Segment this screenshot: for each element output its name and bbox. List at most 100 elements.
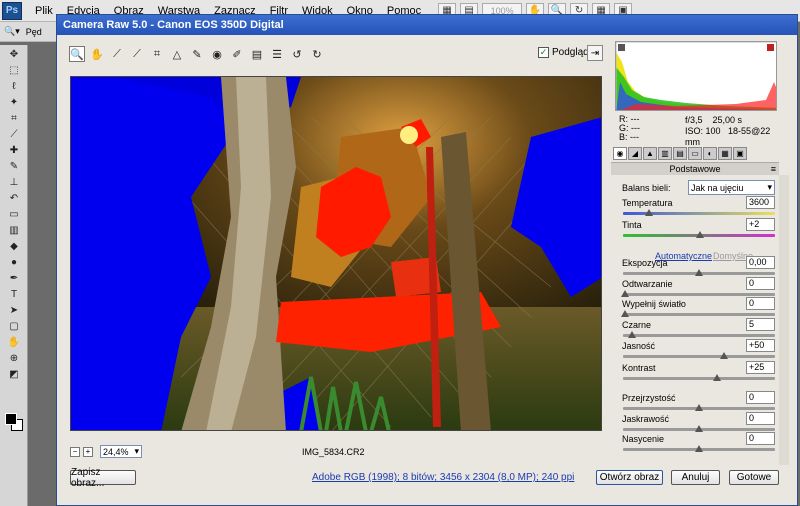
tab-detail-icon[interactable]: ▲ — [643, 147, 657, 160]
move-tool-icon[interactable]: ✥ — [5, 48, 23, 61]
slider-knob[interactable] — [644, 209, 653, 216]
tab-camera-calibration-icon[interactable]: ◐ — [703, 147, 717, 160]
straighten-tool-icon[interactable]: △ — [169, 46, 185, 62]
slider-value-input[interactable]: 0,00 — [746, 256, 775, 269]
save-image-button[interactable]: Zapisz obraz... — [70, 467, 136, 489]
healing-brush-icon[interactable]: ✚ — [5, 144, 23, 157]
slider-knob[interactable] — [628, 331, 637, 338]
gradient-tool-icon[interactable]: ▥ — [5, 224, 23, 237]
highlight-clipping-warning-icon[interactable] — [767, 44, 774, 51]
tab-lens-icon[interactable]: ▭ — [688, 147, 702, 160]
lasso-tool-icon[interactable]: ℓ — [5, 80, 23, 93]
slider-knob[interactable] — [695, 425, 703, 432]
slider-value-input[interactable]: 5 — [746, 318, 775, 331]
rotate-left-icon[interactable]: ↺ — [289, 46, 305, 62]
white-balance-tool-icon[interactable]: ⟋ — [109, 46, 125, 62]
pen-tool-icon[interactable]: ✒ — [5, 272, 23, 285]
slider-track[interactable] — [623, 352, 775, 359]
default-colors-icon[interactable]: ◩ — [5, 368, 23, 381]
preview-checkbox[interactable]: ✓ — [538, 47, 549, 58]
slider-label: Wypełnij światło — [622, 299, 686, 309]
tab-hsl-icon[interactable]: ▥ — [658, 147, 672, 160]
marquee-tool-icon[interactable]: ⬚ — [5, 64, 23, 77]
zoom-tool-icon[interactable]: 🔍 — [69, 46, 85, 62]
tab-tone-curve-icon[interactable]: ◢ — [628, 147, 642, 160]
slider-track[interactable] — [621, 310, 775, 317]
menu-file[interactable]: Plik — [28, 5, 60, 17]
blur-tool-icon[interactable]: ◆ — [5, 240, 23, 253]
slider-knob[interactable] — [720, 352, 729, 359]
color-sampler-icon[interactable]: ⟋ — [129, 46, 145, 62]
zoom-in-icon[interactable]: + — [83, 446, 93, 457]
slider-value-input[interactable]: 0 — [746, 432, 775, 445]
slider-knob[interactable] — [712, 374, 721, 381]
slider-value-input[interactable]: 0 — [746, 412, 775, 425]
history-brush-icon[interactable]: ↶ — [5, 192, 23, 205]
options-label: Pęd — [25, 26, 42, 37]
magic-wand-icon[interactable]: ✦ — [5, 96, 23, 109]
shape-tool-icon[interactable]: ▢ — [5, 320, 23, 333]
slider-value-input[interactable]: +2 — [746, 218, 775, 231]
slider-track[interactable] — [623, 445, 775, 452]
slider-track[interactable] — [623, 404, 775, 411]
white-balance-select[interactable]: Jak na ujęciu ▾ — [688, 180, 775, 195]
slider-track[interactable] — [623, 231, 775, 238]
done-button[interactable]: Gotowe — [729, 470, 779, 485]
slider-value-input[interactable]: +50 — [746, 339, 775, 352]
type-tool-icon[interactable]: T — [5, 288, 23, 301]
white-balance-label: Balans bieli: — [622, 183, 671, 193]
graduated-filter-icon[interactable]: ▤ — [249, 46, 265, 62]
slider-label: Tinta — [622, 220, 642, 230]
tab-snapshots-icon[interactable]: ▣ — [733, 147, 747, 160]
preferences-icon[interactable]: ☰ — [269, 46, 285, 62]
preview-toggle[interactable]: ✓ Podgląd — [538, 47, 589, 58]
slider-value-input[interactable]: +25 — [746, 361, 775, 374]
zoom-tool-icon[interactable]: ⊕ — [5, 352, 23, 365]
red-eye-icon[interactable]: ◉ — [209, 46, 225, 62]
path-selection-icon[interactable]: ➤ — [5, 304, 23, 317]
crop-tool-icon[interactable]: ⌗ — [5, 112, 23, 125]
spot-removal-icon[interactable]: ✎ — [189, 46, 205, 62]
dodge-tool-icon[interactable]: ● — [5, 256, 23, 269]
slider-track[interactable] — [623, 374, 775, 381]
slider-track[interactable] — [621, 290, 775, 297]
image-preview[interactable] — [70, 76, 602, 431]
tab-presets-icon[interactable]: ▦ — [718, 147, 732, 160]
brush-tool-icon[interactable]: ✎ — [5, 160, 23, 173]
rotate-right-icon[interactable]: ↻ — [309, 46, 325, 62]
slider-knob[interactable] — [695, 445, 703, 452]
foreground-color-swatch[interactable] — [5, 413, 17, 425]
eyedropper-icon[interactable]: ⟋ — [5, 128, 23, 141]
slider-value-input[interactable]: 3600 — [746, 196, 775, 209]
workflow-options-link[interactable]: Adobe RGB (1998); 8 bitów; 3456 x 2304 (… — [312, 472, 574, 483]
slider-track[interactable] — [623, 209, 775, 216]
slider-value-input[interactable]: 0 — [746, 277, 775, 290]
slider-value-input[interactable]: 0 — [746, 297, 775, 310]
slider-knob[interactable] — [621, 310, 629, 317]
eraser-icon[interactable]: ▭ — [5, 208, 23, 221]
slider-knob[interactable] — [621, 290, 629, 297]
crop-tool-icon[interactable]: ⌗ — [149, 46, 165, 62]
zoom-out-icon[interactable]: − — [70, 446, 80, 457]
slider-track[interactable] — [623, 331, 775, 338]
hand-tool-icon[interactable]: ✋ — [5, 336, 23, 349]
slider-knob[interactable] — [696, 231, 705, 238]
fullscreen-toggle-icon[interactable]: ⇥ — [587, 45, 603, 61]
zoom-select[interactable]: 24,4% ▾ — [100, 445, 142, 458]
slider-knob[interactable] — [695, 404, 703, 411]
panel-menu-icon[interactable]: ≡ — [771, 163, 776, 176]
slider-knob[interactable] — [695, 269, 703, 276]
tab-basic-icon[interactable]: ◉ — [613, 147, 627, 160]
shadow-clipping-warning-icon[interactable] — [618, 44, 625, 51]
open-image-button[interactable]: Otwórz obraz — [596, 470, 663, 485]
slider-track[interactable] — [623, 425, 775, 432]
adjustment-brush-icon[interactable]: ✐ — [229, 46, 245, 62]
panel-scrollbar[interactable] — [779, 175, 789, 465]
slider-track[interactable] — [623, 269, 775, 276]
options-tool-icon[interactable]: 🔍▾ — [4, 26, 20, 37]
clone-stamp-icon[interactable]: ⊥ — [5, 176, 23, 189]
slider-value-input[interactable]: 0 — [746, 391, 775, 404]
tab-split-toning-icon[interactable]: ▤ — [673, 147, 687, 160]
hand-tool-icon[interactable]: ✋ — [89, 46, 105, 62]
cancel-button[interactable]: Anuluj — [671, 470, 720, 485]
